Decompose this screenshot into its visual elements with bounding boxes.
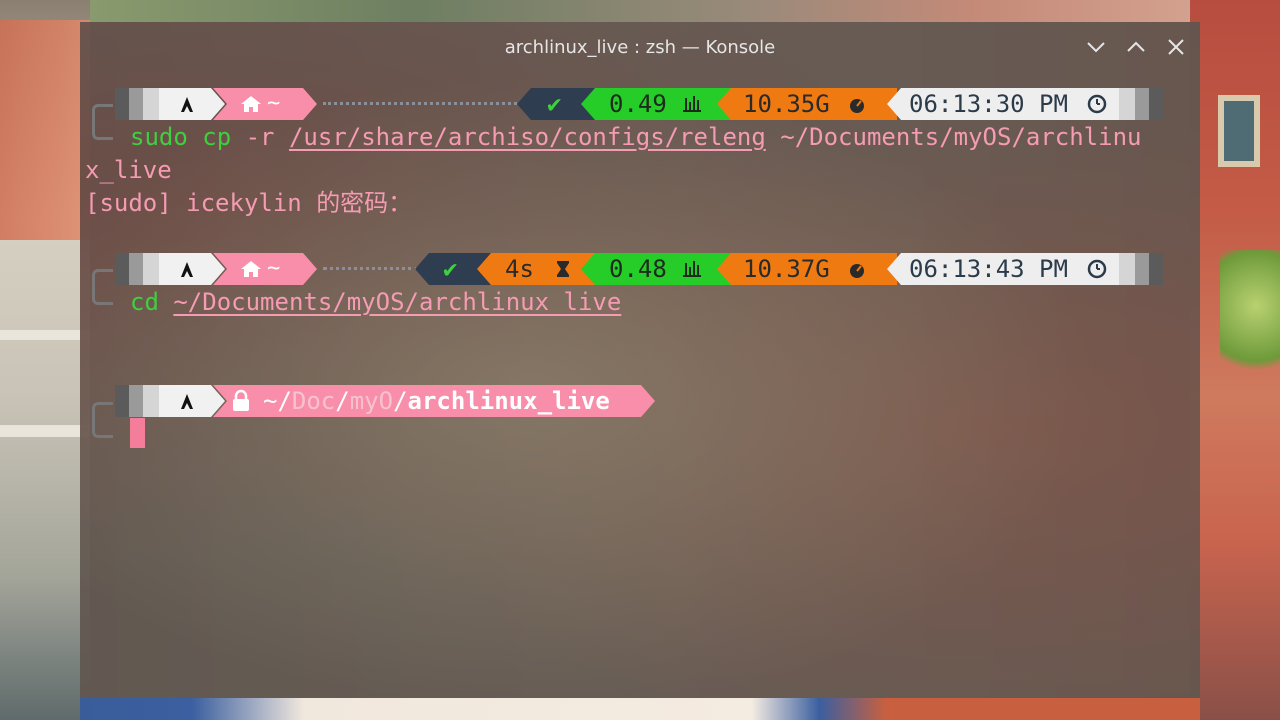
path-current-dir: archlinux_live: [407, 387, 610, 415]
prompt-cap-segment: [1135, 253, 1149, 285]
prompt-cap-segment: [1149, 253, 1163, 285]
load-average: 0.48: [609, 255, 667, 283]
chevron-up-icon: [1127, 41, 1145, 52]
prompt-cap-segment: [129, 88, 143, 120]
title-bar[interactable]: archlinux_live : zsh — Konsole: [80, 22, 1200, 72]
close-button[interactable]: [1164, 35, 1188, 59]
prompt-cap-segment: [129, 385, 143, 417]
prompt-cap-segment: [1149, 88, 1163, 120]
wallpaper-top: [80, 0, 1200, 22]
konsole-window[interactable]: archlinux_live : zsh — Konsole ~ ✔ 0.49 …: [80, 22, 1200, 698]
path-home: ~/: [263, 387, 292, 415]
close-icon: [1168, 39, 1184, 55]
success-check-icon: ✔: [547, 90, 562, 118]
ram-usage: 10.37G: [743, 255, 830, 283]
wallpaper-left-accent: [0, 20, 90, 240]
path-part: Doc: [291, 387, 336, 415]
minimize-button[interactable]: [1084, 35, 1108, 59]
sudo-password-prompt: [sudo] icekylin 的密码：: [85, 189, 413, 217]
path-part: myO: [349, 387, 394, 415]
prompt-cap-segment: [1119, 253, 1135, 285]
command-name: sudo: [130, 123, 188, 151]
command-name: cd: [130, 288, 159, 316]
prompt-cap-segment: [1119, 88, 1135, 120]
chevron-down-icon: [1087, 42, 1105, 53]
window-title: archlinux_live : zsh — Konsole: [504, 36, 776, 58]
wallpaper-right-plant: [1220, 250, 1280, 390]
prompt-bar-1: ~ ✔ 0.49 10.35G 06:13:30 PM: [115, 88, 1165, 120]
ram-usage: 10.35G: [743, 90, 830, 118]
prompt-bar-2: ~ ✔ 4s 0.48 10.37G 06:13:43 PM: [115, 253, 1165, 285]
clock-time: 06:13:30 PM: [909, 90, 1068, 118]
command-line-1: sudo cp -r /usr/share/archiso/configs/re…: [130, 121, 1141, 153]
load-average: 0.49: [609, 90, 667, 118]
path-argument: /usr/share/archiso/configs/releng: [288, 123, 766, 151]
terminal-area[interactable]: archlinux_live : zsh — Konsole ~ ✔ 0.49 …: [80, 22, 1200, 698]
command-name: cp: [202, 123, 232, 151]
home-dir: ~: [267, 256, 281, 281]
home-segment: [213, 88, 317, 120]
prompt-bar-3: ~/Doc/myO/archlinux_live: [115, 385, 1165, 417]
wallpaper-right-window: [1218, 95, 1260, 167]
wallpaper-bottom: [80, 698, 1200, 720]
prompt-cap-segment: [115, 253, 129, 285]
path-separator: /: [335, 387, 350, 415]
command-duration: 4s: [505, 255, 534, 283]
home-segment: [213, 253, 317, 285]
prompt-cap-segment: [1135, 88, 1149, 120]
clock-time: 06:13:43 PM: [909, 255, 1068, 283]
prompt-cap-segment: [143, 88, 159, 120]
prompt-cap-segment: [129, 253, 143, 285]
prompt-filler: [323, 102, 523, 109]
path-argument: ~/Documents/myOS/archlinux_live: [173, 288, 622, 316]
duration-segment: [477, 253, 597, 285]
prompt-bracket: [92, 269, 113, 305]
command-flag: -r: [245, 123, 275, 151]
prompt-bracket: [92, 104, 113, 140]
text-cursor[interactable]: [130, 418, 145, 448]
path-argument: ~/Documents/myOS/archlinu: [780, 123, 1142, 151]
command-line-2: cd ~/Documents/myOS/archlinux_live: [130, 286, 621, 318]
prompt-cap-segment: [143, 385, 159, 417]
path-separator: /: [393, 387, 408, 415]
wallpaper-left-band-2: [0, 425, 90, 437]
wallpaper-left-band: [0, 330, 90, 340]
prompt-cap-segment: [115, 385, 129, 417]
prompt-cap-segment: [115, 88, 129, 120]
prompt-filler: [323, 267, 419, 274]
maximize-button[interactable]: [1124, 35, 1148, 59]
success-check-icon: ✔: [443, 255, 458, 283]
prompt-bracket: [92, 402, 113, 438]
home-dir: ~: [267, 91, 281, 116]
current-path: ~/Doc/myO/archlinux_live: [263, 385, 610, 417]
prompt-cap-segment: [143, 253, 159, 285]
command-line-1-wrap: x_live: [85, 156, 172, 184]
